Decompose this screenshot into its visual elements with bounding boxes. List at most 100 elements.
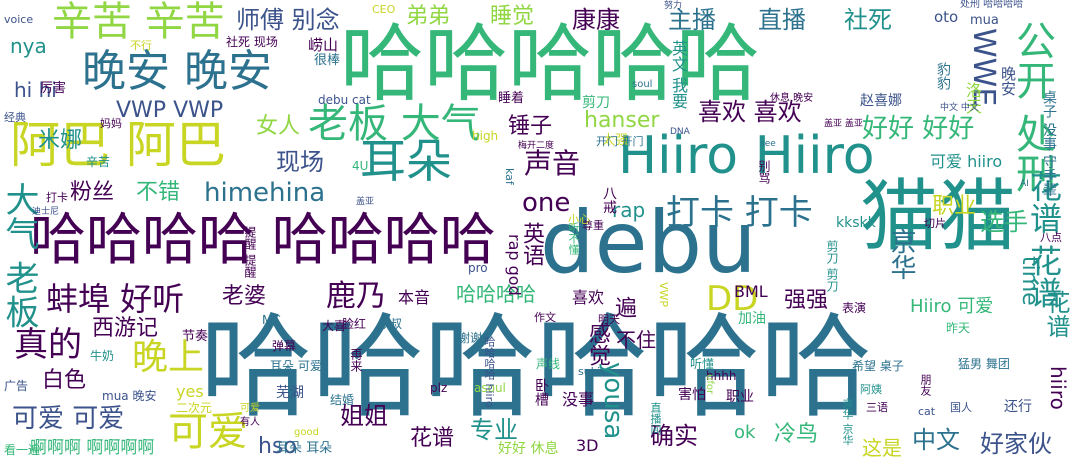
word: 打卡 打卡 xyxy=(666,193,813,233)
word: 阿姨 xyxy=(860,383,882,396)
word: 声音 xyxy=(524,147,581,180)
word: VWP VWP xyxy=(116,98,224,123)
word: 赵喜娜 xyxy=(860,93,902,109)
word: oto xyxy=(934,8,959,26)
word: cat xyxy=(918,405,936,418)
word: yes xyxy=(176,382,204,401)
word: 桌子 没事 守手辈 xyxy=(1041,90,1057,197)
word: 剪刀 剪刀 xyxy=(825,240,839,292)
word: 卧槽 xyxy=(533,378,549,406)
word: himehina xyxy=(204,178,326,208)
word: 职业 xyxy=(932,194,977,219)
word: one xyxy=(522,188,571,218)
word: 努力 xyxy=(664,1,683,11)
word: soul xyxy=(632,79,653,90)
word: 叔叔 xyxy=(378,317,403,331)
word: 盖亚 盖亚 xyxy=(824,119,863,129)
word: 梅开二度 xyxy=(518,141,555,151)
word: 西游记 xyxy=(92,316,159,341)
word: 芜湖 xyxy=(276,385,304,401)
word: 节奏 xyxy=(182,329,209,344)
word: 专业 xyxy=(470,416,518,444)
word: mua xyxy=(970,13,999,28)
word: suki xyxy=(578,365,601,378)
word: 晚上 xyxy=(132,337,205,378)
word: 耳朵 耳朵 xyxy=(276,441,333,456)
word: 开门 开门 xyxy=(596,135,644,148)
word: see xyxy=(760,139,776,149)
word: 妈妈 xyxy=(100,117,122,130)
word: 睡觉 xyxy=(490,4,535,29)
word: 有人 xyxy=(240,417,260,428)
word: 3D xyxy=(576,436,599,455)
word-cloud: 哈哈哈哈哈哈 哈哈哈哈哈 哈哈哈哈 哈哈哈哈 猫猫 debu Hiiro Hii… xyxy=(0,0,1080,463)
word: 英文 我要 xyxy=(669,40,688,110)
word: 还行 xyxy=(1004,399,1032,415)
word: 哈哈哈哈 xyxy=(456,282,536,306)
word: kaf xyxy=(503,168,516,185)
word: 直播 xyxy=(758,6,806,34)
word: 康康 xyxy=(572,6,620,34)
word: debu cat xyxy=(318,93,371,107)
word: 可爱 hiiro xyxy=(930,152,1003,171)
word: 切片 xyxy=(924,217,946,230)
word: 很棒 xyxy=(314,53,341,68)
word: 提醒 提醒 xyxy=(243,226,257,278)
word: plz xyxy=(430,381,448,395)
word: hanser xyxy=(584,108,660,133)
word: 声线 xyxy=(536,357,561,371)
word: 没事 xyxy=(562,390,595,409)
word: kkskk xyxy=(836,215,876,231)
word: 真的 xyxy=(14,325,82,365)
word: DNA xyxy=(670,127,690,137)
word: 选手 xyxy=(980,208,1028,236)
word: 国人 xyxy=(950,401,972,414)
word: Hiiro 可爱 xyxy=(910,296,994,317)
word: 辛苦 xyxy=(86,155,111,169)
word: 晚安 xyxy=(999,66,1017,96)
word: yousa xyxy=(598,362,628,440)
word: 表演 xyxy=(842,301,867,315)
word: 崂山 xyxy=(308,36,339,54)
word: 谢谢 xyxy=(458,331,483,345)
word: 好好 休息 xyxy=(498,441,559,457)
word: 剪刀 xyxy=(582,95,610,111)
word: 好家伙 xyxy=(980,430,1052,458)
word: 二次元 xyxy=(176,401,213,415)
word: voice xyxy=(4,13,34,26)
word: 加油 xyxy=(738,311,766,327)
word: BML xyxy=(734,282,768,301)
word: high xyxy=(472,129,499,143)
word: 哈哈哈哈哈 xyxy=(340,15,761,113)
word: 不住 xyxy=(616,328,656,352)
word: 朋友 xyxy=(919,374,932,396)
word: nya xyxy=(10,34,47,58)
word: 明天 xyxy=(598,313,620,326)
word: 冷鸟 xyxy=(774,422,819,447)
word: 听不懂 xyxy=(567,222,580,255)
word: 辛苦 辛苦 xyxy=(52,0,225,45)
word: rap god xyxy=(505,234,524,296)
word: 现场 xyxy=(276,148,324,176)
word: 看一遍 xyxy=(4,443,41,457)
word: 猛男 舞团 xyxy=(958,357,1010,371)
word: 迪士尼 xyxy=(32,207,60,217)
word: 可爱 xyxy=(240,403,260,414)
word: 害怕 xyxy=(678,387,706,403)
word: 职业 xyxy=(726,389,754,405)
word: 女人 xyxy=(256,114,301,139)
word: ok xyxy=(734,422,756,443)
word: 大气 老板 xyxy=(0,182,39,329)
word: 牛奶 xyxy=(90,349,115,363)
word: 经典 xyxy=(4,111,26,124)
word: Hiiro Hiiro xyxy=(618,126,875,186)
word: ufor xyxy=(704,374,715,395)
word: 强强 xyxy=(784,288,829,313)
word: 4U xyxy=(352,159,369,173)
word: 这是 xyxy=(862,436,902,460)
word: 不错 xyxy=(136,180,181,205)
word: 米娜 xyxy=(38,128,83,153)
word: 八戒 xyxy=(601,186,617,214)
word: 啊啊啊 啊啊啊啊 xyxy=(30,438,155,458)
word: 睡着 xyxy=(498,91,525,106)
